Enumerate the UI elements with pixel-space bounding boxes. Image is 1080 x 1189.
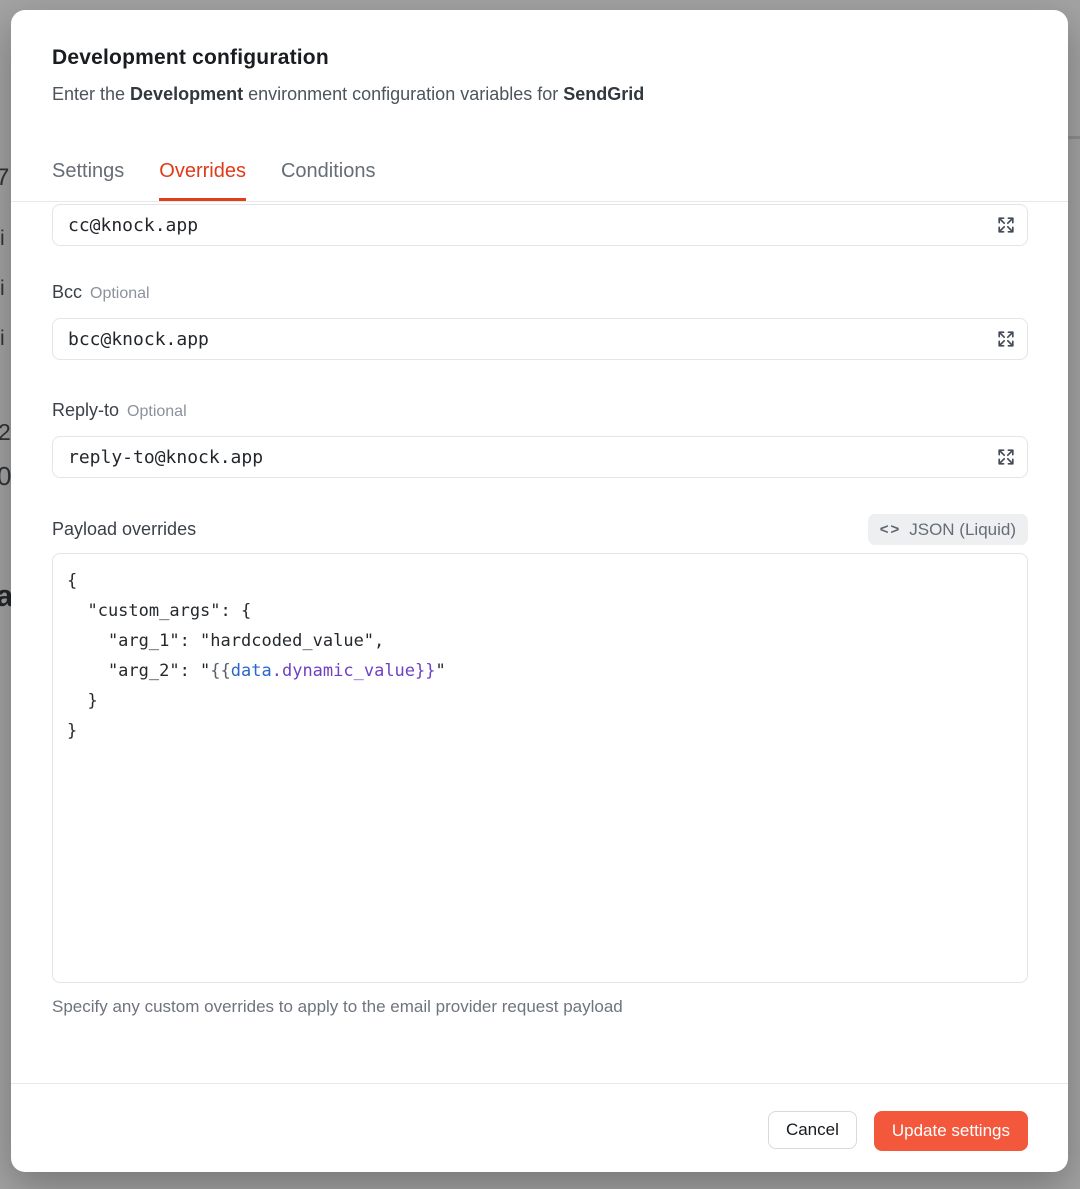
backdrop-text-fragment: 2 bbox=[0, 419, 11, 446]
bcc-label: Bcc bbox=[52, 282, 82, 303]
payload-helper-text: Specify any custom overrides to apply to… bbox=[52, 997, 1028, 1017]
backdrop-text-fragment: i bbox=[0, 327, 5, 351]
backdrop-text-fragment: 7 bbox=[0, 164, 9, 192]
backdrop-text-fragment: i bbox=[0, 227, 5, 251]
subtitle-text: Enter the bbox=[52, 84, 130, 104]
cc-input[interactable] bbox=[52, 204, 1028, 246]
code-line: "custom_args": { bbox=[67, 596, 1013, 626]
tab-overrides[interactable]: Overrides bbox=[159, 159, 246, 201]
modal-subtitle: Enter the Development environment config… bbox=[52, 84, 1028, 105]
development-configuration-modal: Development configuration Enter the Deve… bbox=[11, 10, 1068, 1172]
reply-to-optional-tag: Optional bbox=[127, 403, 187, 421]
modal-title: Development configuration bbox=[52, 46, 1028, 70]
code-line: } bbox=[67, 716, 1013, 746]
subtitle-environment-name: Development bbox=[130, 84, 243, 104]
expand-icon[interactable] bbox=[995, 446, 1017, 468]
background-scrollbar-mark bbox=[1068, 136, 1080, 139]
code-line: } bbox=[67, 686, 1013, 716]
bcc-field: Bcc Optional bbox=[52, 282, 1028, 360]
tab-conditions[interactable]: Conditions bbox=[281, 159, 376, 201]
subtitle-provider-name: SendGrid bbox=[563, 84, 644, 104]
code-line: { bbox=[67, 566, 1013, 596]
modal-footer: Cancel Update settings bbox=[11, 1083, 1068, 1172]
reply-to-label: Reply-to bbox=[52, 400, 119, 421]
tab-bar: Settings Overrides Conditions bbox=[11, 159, 1068, 202]
payload-overrides-label: Payload overrides bbox=[52, 519, 196, 540]
expand-icon[interactable] bbox=[995, 214, 1017, 236]
cancel-button[interactable]: Cancel bbox=[768, 1111, 857, 1149]
modal-scroll-area[interactable]: Bcc Optional Reply-to Optional bbox=[11, 202, 1068, 1083]
bcc-input[interactable] bbox=[52, 318, 1028, 360]
payload-overrides-field: Payload overrides <> JSON (Liquid) { "cu… bbox=[52, 514, 1028, 1017]
payload-code-editor[interactable]: { "custom_args": { "arg_1": "hardcoded_v… bbox=[52, 553, 1028, 983]
tab-settings[interactable]: Settings bbox=[52, 159, 124, 201]
modal-header: Development configuration Enter the Deve… bbox=[11, 10, 1068, 202]
expand-icon[interactable] bbox=[995, 328, 1017, 350]
bcc-optional-tag: Optional bbox=[90, 285, 150, 303]
json-liquid-badge-label: JSON (Liquid) bbox=[909, 520, 1016, 540]
reply-to-field: Reply-to Optional bbox=[52, 400, 1028, 478]
code-line: "arg_1": "hardcoded_value", bbox=[67, 626, 1013, 656]
code-icon: <> bbox=[880, 521, 902, 538]
cc-field bbox=[52, 204, 1028, 246]
update-settings-button[interactable]: Update settings bbox=[874, 1111, 1028, 1151]
subtitle-text: environment configuration variables for bbox=[243, 84, 563, 104]
json-liquid-badge: <> JSON (Liquid) bbox=[868, 514, 1028, 545]
backdrop-text-fragment: 0 bbox=[0, 461, 11, 492]
code-line: "arg_2": "{{data.dynamic_value}}" bbox=[67, 656, 1013, 686]
backdrop-text-fragment: i bbox=[0, 277, 5, 301]
reply-to-input[interactable] bbox=[52, 436, 1028, 478]
